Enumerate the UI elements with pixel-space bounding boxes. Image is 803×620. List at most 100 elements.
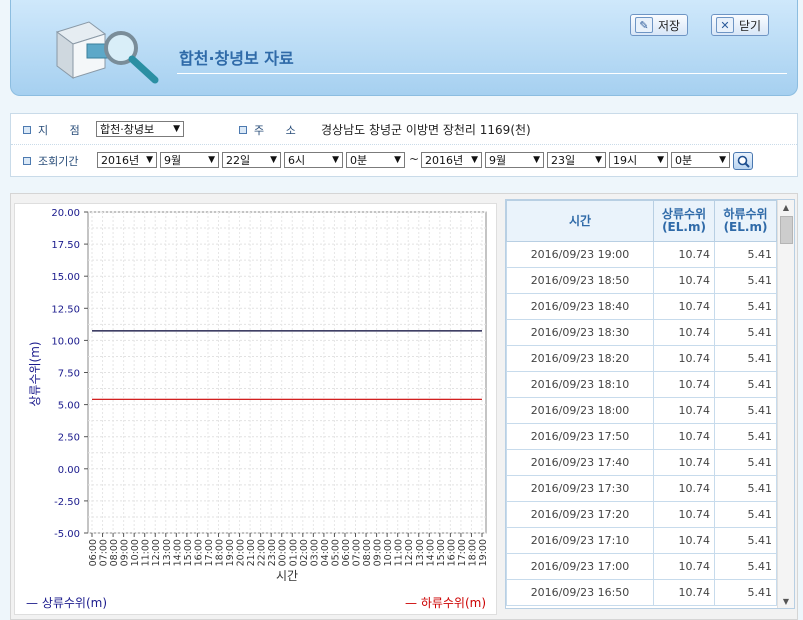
column-header-upstream: 상류수위 (EL.m) xyxy=(653,200,715,242)
address-value: 경상남도 창녕군 이방면 장천리 1169(천) xyxy=(321,123,531,137)
x-tick-label: 16:00 xyxy=(193,539,204,566)
y-tick-label: 12.50 xyxy=(51,304,80,315)
range-separator: ~ xyxy=(409,152,420,166)
y-tick-label: 15.00 xyxy=(51,272,80,283)
table-row: 2016/09/23 19:00 10.74 5.41 xyxy=(506,241,777,268)
end-month-select[interactable]: 9월 ▼ xyxy=(485,152,544,168)
data-table-panel[interactable]: 시간 상류수위 (EL.m) 하류수위 (EL.m) 2016/09/23 19… xyxy=(505,199,795,609)
x-tick-label: 06:00 xyxy=(88,539,99,566)
table-scrollbar[interactable]: ▲ ▼ xyxy=(777,200,794,608)
table-row: 2016/09/23 17:00 10.74 5.41 xyxy=(506,553,777,580)
plot-area xyxy=(87,211,487,534)
legend-upstream: — 상류수위(m) xyxy=(26,596,108,610)
page-title: 합천·창녕보 자료 xyxy=(179,49,294,68)
search-icon xyxy=(737,155,750,168)
x-tick-label: 01:00 xyxy=(288,539,299,566)
scroll-up-icon[interactable]: ▲ xyxy=(778,200,794,214)
x-tick-label: 05:00 xyxy=(330,539,341,566)
downstream-cell: 5.41 xyxy=(714,267,777,294)
upstream-cell: 10.74 xyxy=(653,241,715,268)
time-cell: 2016/09/23 17:40 xyxy=(506,449,654,476)
time-cell: 2016/09/23 18:10 xyxy=(506,371,654,398)
x-tick-label: 13:00 xyxy=(415,539,426,566)
y-axis: 20.00 17.50 15.00 12.50 10.00 7.50 5.00 2.50 0.0… xyxy=(51,208,88,540)
x-tick-label: 19:00 xyxy=(225,539,236,566)
start-day-select[interactable]: 22일 ▼ xyxy=(222,152,281,168)
x-tick-label: 20:00 xyxy=(236,539,247,566)
upstream-cell: 10.74 xyxy=(653,293,715,320)
site-label: 지 점 xyxy=(23,122,89,138)
close-icon: ✕ xyxy=(716,17,734,33)
x-tick-label: 19:00 xyxy=(478,539,489,566)
y-tick-label: -2.50 xyxy=(54,497,80,508)
x-tick-label: 07:00 xyxy=(99,539,110,566)
start-month-select[interactable]: 9월 ▼ xyxy=(160,152,219,168)
site-select[interactable]: 합천·창녕보 ▼ xyxy=(96,121,184,137)
downstream-cell: 5.41 xyxy=(714,293,777,320)
x-tick-label: 12:00 xyxy=(151,539,162,566)
downstream-cell: 5.41 xyxy=(714,397,777,424)
time-cell: 2016/09/23 18:00 xyxy=(506,397,654,424)
upstream-cell: 10.74 xyxy=(653,449,715,476)
time-cell: 2016/09/23 19:00 xyxy=(506,241,654,268)
x-tick-label: 10:00 xyxy=(130,539,141,566)
table-row: 2016/09/23 18:20 10.74 5.41 xyxy=(506,345,777,372)
bullet-icon xyxy=(23,126,31,134)
bullet-icon xyxy=(23,157,31,165)
downstream-cell: 5.41 xyxy=(714,553,777,580)
table-row: 2016/09/23 18:40 10.74 5.41 xyxy=(506,293,777,320)
start-minute-select[interactable]: 0분 ▼ xyxy=(346,152,405,168)
scroll-down-icon[interactable]: ▼ xyxy=(778,594,794,608)
upstream-cell: 10.74 xyxy=(653,319,715,346)
save-button[interactable]: ✎ 저장 xyxy=(630,14,689,36)
upstream-cell: 10.74 xyxy=(653,527,715,554)
time-cell: 2016/09/23 18:30 xyxy=(506,319,654,346)
x-tick-label: 18:00 xyxy=(467,539,478,566)
x-tick-label: 16:00 xyxy=(446,539,457,566)
time-cell: 2016/09/23 18:40 xyxy=(506,293,654,320)
end-day-select[interactable]: 23일 ▼ xyxy=(547,152,606,168)
chart-grid xyxy=(87,211,487,534)
end-minute-select[interactable]: 0분 ▼ xyxy=(671,152,730,168)
close-button-label: 닫기 xyxy=(739,18,762,33)
x-tick-label: 06:00 xyxy=(341,539,352,566)
y-tick-label: 5.00 xyxy=(58,401,80,412)
x-tick-label: 02:00 xyxy=(299,539,310,566)
title-underline xyxy=(177,73,787,74)
downstream-cell: 5.41 xyxy=(714,319,777,346)
time-cell: 2016/09/23 18:20 xyxy=(506,345,654,372)
time-cell: 2016/09/23 17:00 xyxy=(506,553,654,580)
close-button[interactable]: ✕ 닫기 xyxy=(711,14,770,36)
upstream-cell: 10.74 xyxy=(653,345,715,372)
x-tick-label: 12:00 xyxy=(404,539,415,566)
end-year-select[interactable]: 2016년 ▼ xyxy=(421,152,482,168)
downstream-cell: 5.41 xyxy=(714,241,777,268)
time-cell: 2016/09/23 17:50 xyxy=(506,423,654,450)
table-row: 2016/09/23 17:50 10.74 5.41 xyxy=(506,423,777,450)
y-axis-label: 상류수위(m) xyxy=(28,341,42,406)
x-tick-label: 13:00 xyxy=(162,539,173,566)
start-year-select[interactable]: 2016년 ▼ xyxy=(97,152,157,168)
upstream-cell: 10.74 xyxy=(653,475,715,502)
x-tick-label: 11:00 xyxy=(394,539,405,566)
upstream-cell: 10.74 xyxy=(653,579,715,606)
x-axis: 06:00 07:00 08:00 09:00 10:00 11:00 12:00 13:00… xyxy=(88,533,489,566)
search-button[interactable] xyxy=(733,152,753,170)
data-table: 시간 상류수위 (EL.m) 하류수위 (EL.m) 2016/09/23 19… xyxy=(506,200,777,606)
upstream-cell: 10.74 xyxy=(653,371,715,398)
upstream-cell: 10.74 xyxy=(653,267,715,294)
upstream-cell: 10.74 xyxy=(653,553,715,580)
downstream-cell: 5.41 xyxy=(714,475,777,502)
scroll-thumb[interactable] xyxy=(780,216,793,244)
x-tick-label: 22:00 xyxy=(257,539,268,566)
dropdown-arrow-icon: ▼ xyxy=(173,124,180,134)
bullet-icon xyxy=(239,126,247,134)
start-hour-select[interactable]: 6시 ▼ xyxy=(284,152,343,168)
table-row: 2016/09/23 17:40 10.74 5.41 xyxy=(506,449,777,476)
y-tick-label: 10.00 xyxy=(51,336,80,347)
table-row: 2016/09/23 18:00 10.74 5.41 xyxy=(506,397,777,424)
upstream-cell: 10.74 xyxy=(653,397,715,424)
downstream-cell: 5.41 xyxy=(714,449,777,476)
end-hour-select[interactable]: 19시 ▼ xyxy=(609,152,668,168)
upstream-cell: 10.74 xyxy=(653,501,715,528)
